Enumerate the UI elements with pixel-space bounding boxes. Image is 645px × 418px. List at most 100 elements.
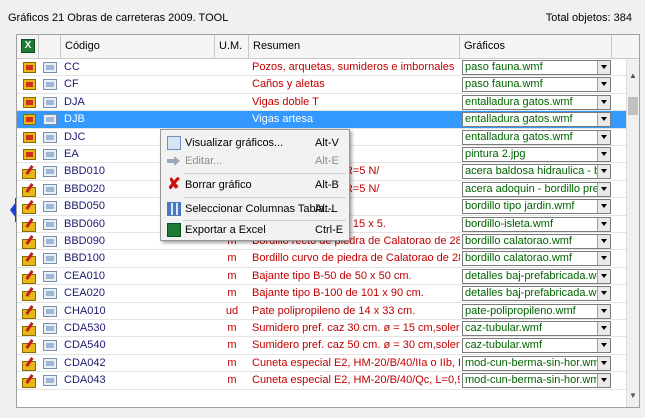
grafico-dropdown[interactable]: bordillo calatorao.wmf (462, 234, 611, 249)
chevron-down-icon[interactable] (597, 78, 610, 92)
grafico-dropdown[interactable]: mod-cun-berma-sin-hor.wmf (462, 373, 611, 389)
row-type-cell[interactable] (17, 303, 39, 320)
row-type-cell[interactable] (17, 146, 39, 163)
row-doc-cell[interactable] (39, 94, 61, 111)
chevron-down-icon[interactable] (597, 356, 610, 370)
grafico-dropdown[interactable]: caz-tubular.wmf (462, 321, 611, 336)
row-type-cell[interactable] (17, 129, 39, 146)
chevron-down-icon[interactable] (597, 217, 610, 231)
grafico-dropdown[interactable]: mod-cun-berma-sin-hor.wmf (462, 355, 611, 371)
column-header-codigo[interactable]: Código (61, 35, 215, 59)
grafico-dropdown[interactable]: caz-tubular.wmf (462, 338, 611, 354)
row-doc-cell[interactable] (39, 355, 61, 372)
row-doc-cell[interactable] (39, 320, 61, 337)
menu-item-borrar[interactable]: ✘ Borrar gráfico Alt-B (163, 175, 348, 195)
chevron-down-icon[interactable] (597, 165, 610, 179)
row-type-cell[interactable] (17, 94, 39, 111)
row-type-cell[interactable] (17, 355, 39, 372)
row-type-cell[interactable] (17, 337, 39, 354)
row-doc-cell[interactable] (39, 76, 61, 93)
row-doc-cell[interactable] (39, 111, 61, 128)
row-doc-cell[interactable] (39, 216, 61, 233)
table-row[interactable]: CC Pozos, arquetas, sumideros e imbornale… (17, 59, 628, 77)
row-doc-cell[interactable] (39, 233, 61, 250)
row-type-cell[interactable] (17, 268, 39, 285)
chevron-down-icon[interactable] (597, 200, 610, 214)
chevron-down-icon[interactable] (597, 322, 610, 335)
chevron-down-icon[interactable] (597, 130, 610, 144)
row-type-cell[interactable] (17, 320, 39, 337)
grafico-dropdown[interactable]: bordillo tipo jardin.wmf (462, 199, 611, 215)
row-type-cell[interactable] (17, 181, 39, 198)
header-excel-cell[interactable]: X (17, 35, 39, 59)
chevron-down-icon[interactable] (597, 148, 610, 161)
grafico-dropdown[interactable]: detalles baj-prefabricada.wmf (462, 286, 611, 302)
chevron-down-icon[interactable] (597, 61, 610, 74)
chevron-down-icon[interactable] (597, 182, 610, 196)
column-header-resumen[interactable]: Resumen (249, 35, 460, 59)
row-doc-cell[interactable] (39, 59, 61, 76)
row-type-cell[interactable] (17, 76, 39, 93)
table-row[interactable]: CEA020 m Bajante tipo B-100 de 101 x 90 cm… (17, 285, 628, 303)
chevron-down-icon[interactable] (597, 269, 610, 283)
row-doc-cell[interactable] (39, 285, 61, 302)
row-type-cell[interactable] (17, 59, 39, 76)
scroll-down-icon[interactable]: ▼ (627, 389, 639, 403)
chevron-down-icon[interactable] (597, 304, 610, 318)
row-type-cell[interactable] (17, 372, 39, 389)
table-row[interactable]: CDA043 m Cuneta especial E2, HM-20/B/40/Qc… (17, 372, 628, 390)
chevron-down-icon[interactable] (597, 113, 610, 127)
row-doc-cell[interactable] (39, 372, 61, 389)
grafico-dropdown[interactable]: paso fauna.wmf (462, 77, 611, 93)
grafico-dropdown[interactable]: acera adoquin - bordillo prefal (462, 181, 611, 197)
grafico-dropdown[interactable]: pate-polipropileno.wmf (462, 303, 611, 319)
table-row[interactable]: CHA010 ud Pate polipropileno de 14 x 33 cm… (17, 303, 628, 320)
chevron-down-icon[interactable] (597, 374, 610, 388)
chevron-down-icon[interactable] (597, 95, 610, 109)
table-row[interactable]: DJA Vigas doble T entalladura gatos.wmf (17, 94, 628, 112)
table-row[interactable]: BBD100 m Bordillo curvo de piedra de Calat… (17, 250, 628, 268)
row-doc-cell[interactable] (39, 303, 61, 320)
chevron-down-icon[interactable] (597, 252, 610, 266)
vertical-scrollbar[interactable]: ▲ ▼ (626, 59, 639, 407)
row-type-cell[interactable] (17, 250, 39, 267)
column-header-um[interactable]: U.M. (215, 35, 249, 59)
row-type-cell[interactable] (17, 216, 39, 233)
row-doc-cell[interactable] (39, 163, 61, 180)
row-type-cell[interactable] (17, 233, 39, 250)
row-type-cell[interactable] (17, 163, 39, 180)
grafico-dropdown[interactable]: bordillo-isleta.wmf (462, 216, 611, 232)
grafico-dropdown[interactable]: paso fauna.wmf (462, 60, 611, 75)
table-row[interactable]: CEA010 m Bajante tipo B-50 de 50 x 50 cm. d… (17, 268, 628, 286)
excel-icon[interactable]: X (21, 39, 35, 53)
menu-item-visualizar[interactable]: Visualizar gráficos... Alt-V (163, 133, 348, 153)
menu-item-exportar-excel[interactable]: Exportar a Excel Ctrl-E (163, 220, 348, 240)
grafico-dropdown[interactable]: pintura 2.jpg (462, 147, 611, 162)
grafico-dropdown[interactable]: acera baldosa hidraulica - bord (462, 164, 611, 180)
row-doc-cell[interactable] (39, 250, 61, 267)
menu-item-seleccionar-columnas[interactable]: Seleccionar Columnas Tabla... Alt-L (163, 199, 348, 219)
row-doc-cell[interactable] (39, 337, 61, 354)
row-type-cell[interactable] (17, 111, 39, 128)
scroll-up-icon[interactable]: ▲ (627, 69, 639, 83)
row-doc-cell[interactable] (39, 181, 61, 198)
row-doc-cell[interactable] (39, 146, 61, 163)
chevron-down-icon[interactable] (597, 235, 610, 248)
grafico-dropdown[interactable]: entalladura gatos.wmf (462, 112, 611, 128)
column-header-graficos[interactable]: Gráficos (460, 35, 612, 59)
row-doc-cell[interactable] (39, 129, 61, 146)
row-type-cell[interactable] (17, 198, 39, 215)
chevron-down-icon[interactable] (597, 287, 610, 301)
menu-item-editar[interactable]: Editar... Alt-E (163, 151, 348, 171)
grafico-dropdown[interactable]: bordillo calatorao.wmf (462, 251, 611, 267)
chevron-down-icon[interactable] (597, 339, 610, 353)
grafico-dropdown[interactable]: entalladura gatos.wmf (462, 129, 611, 145)
grafico-dropdown[interactable]: detalles baj-prefabricada.wmf (462, 268, 611, 284)
table-row[interactable]: CDA042 m Cuneta especial E2, HM-20/B/40/II… (17, 355, 628, 373)
scroll-thumb[interactable] (628, 97, 638, 115)
grafico-dropdown[interactable]: entalladura gatos.wmf (462, 94, 611, 110)
table-row[interactable]: CDA540 m Sumidero pref. caz 50 cm. ø = 30 … (17, 337, 628, 355)
table-row[interactable]: CF Caños y aletas paso fauna.wmf (17, 76, 628, 94)
row-type-cell[interactable] (17, 285, 39, 302)
table-row[interactable]: CDA530 m Sumidero pref. caz 30 cm. ø = 15 … (17, 320, 628, 338)
